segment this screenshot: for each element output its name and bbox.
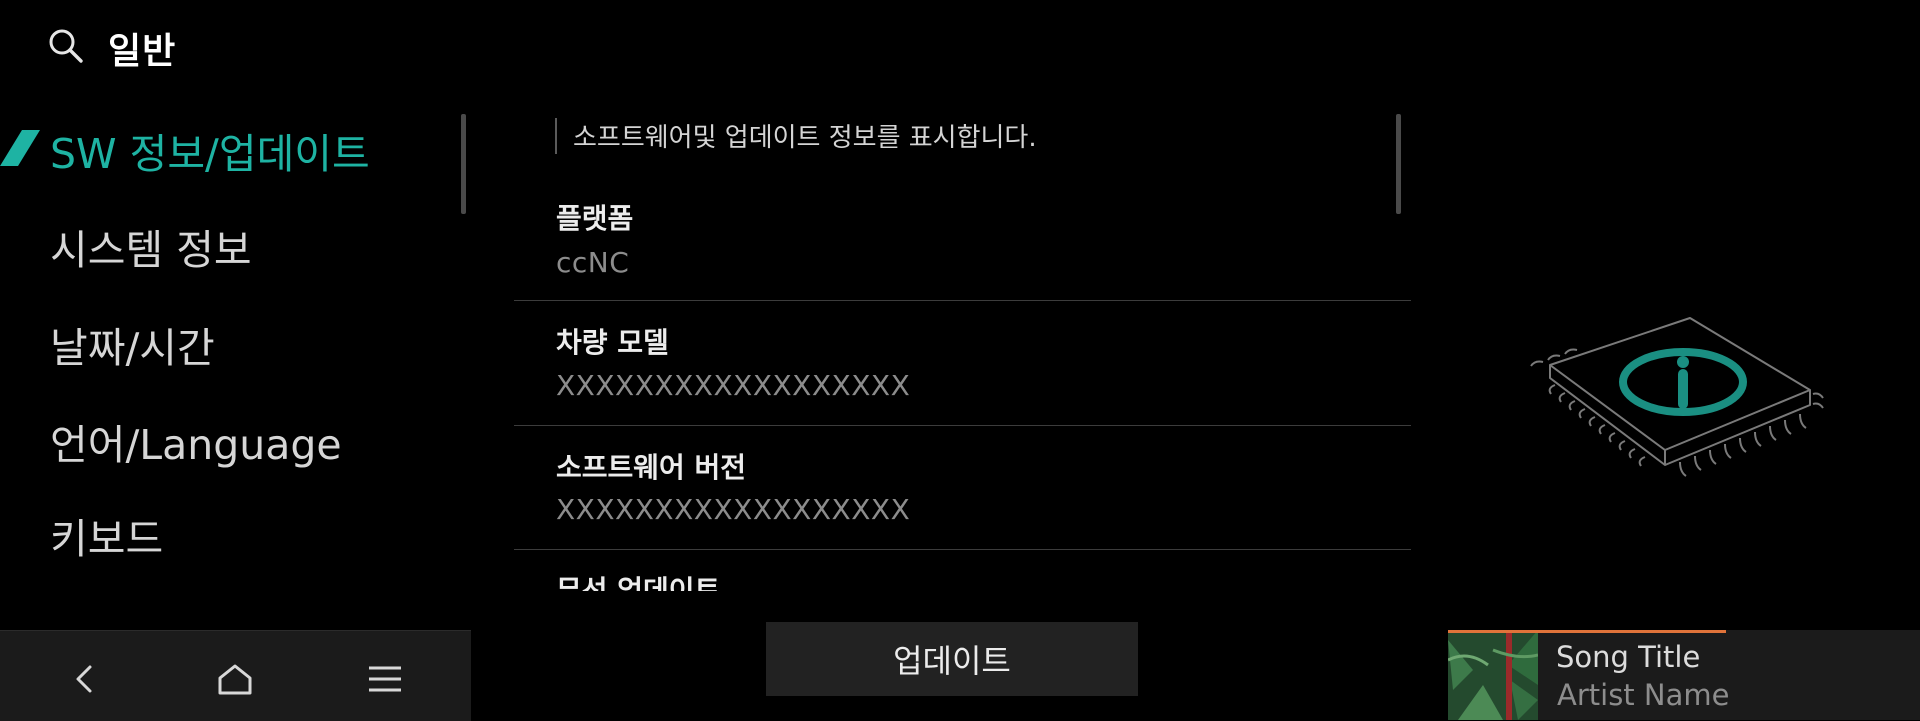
row-value: XXXXXXXXXXXXXXXXXX: [556, 369, 911, 402]
row-value: ccNC: [556, 246, 630, 279]
back-icon[interactable]: [60, 659, 108, 699]
row-title: 플랫폼: [556, 202, 634, 235]
info-row-wireless-update[interactable]: 무선 업데이트: [514, 555, 1411, 591]
row-value: XXXXXXXXXXXXXXXXXX: [556, 493, 911, 526]
info-row-platform: 플랫폼 ccNC: [514, 180, 1411, 301]
sidebar-item-date-time[interactable]: 날짜/시간: [50, 314, 215, 374]
sidebar-item-sw-info-update[interactable]: SW 정보/업데이트: [50, 120, 370, 180]
content-scrollbar[interactable]: [1396, 114, 1401, 214]
sidebar-item-keyboard[interactable]: 키보드: [50, 505, 163, 565]
content-description: 소프트웨어및 업데이트 정보를 표시합니다.: [573, 123, 1037, 153]
row-title: 무선 업데이트: [556, 574, 721, 591]
row-title: 소프트웨어 버전: [556, 451, 747, 484]
sidebar-item-language[interactable]: 언어/Language: [50, 411, 342, 471]
home-icon[interactable]: [211, 659, 259, 699]
row-title: 차량 모델: [556, 326, 669, 359]
update-button[interactable]: 업데이트: [766, 622, 1138, 696]
page-title: 일반: [108, 31, 177, 72]
search-icon[interactable]: [48, 28, 84, 64]
info-row-software-version: 소프트웨어 버전 XXXXXXXXXXXXXXXXXX: [514, 426, 1411, 550]
description-divider: [555, 118, 557, 154]
info-row-vehicle-model: 차량 모델 XXXXXXXXXXXXXXXXXX: [514, 301, 1411, 426]
song-title: Song Title: [1556, 640, 1701, 674]
chip-info-icon: [1530, 317, 1824, 477]
artist-name: Artist Name: [1557, 678, 1730, 712]
sidebar-item-system-info[interactable]: 시스템 정보: [50, 216, 252, 276]
media-progress-bar: [1448, 630, 1726, 633]
navigation-bar: [0, 630, 471, 721]
menu-icon[interactable]: [361, 659, 409, 699]
album-art[interactable]: [1448, 630, 1538, 720]
active-indicator: [0, 130, 40, 166]
sidebar-scrollbar[interactable]: [461, 114, 466, 214]
